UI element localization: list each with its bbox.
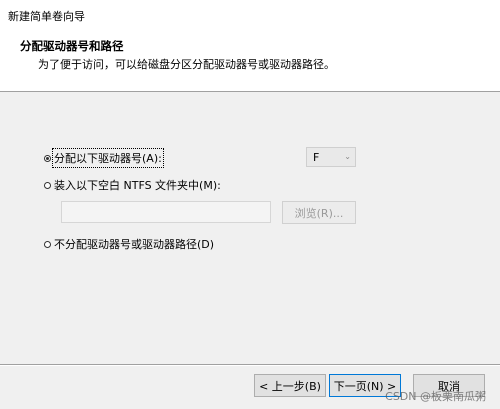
radio-no-assign[interactable] xyxy=(44,240,51,248)
drive-letter-select[interactable]: F ⌄ xyxy=(306,147,356,167)
drive-letter-value: F xyxy=(313,151,320,164)
page-title: 分配驱动器号和路径 xyxy=(20,39,124,53)
radio-assign-letter[interactable] xyxy=(44,154,51,162)
option-assign-letter-label: 分配以下驱动器号(A): xyxy=(52,148,164,168)
footer-divider xyxy=(0,364,500,366)
window-title: 新建简单卷向导 xyxy=(8,10,85,23)
chevron-down-icon: ⌄ xyxy=(344,152,351,161)
option-no-assign[interactable]: 不分配驱动器号或驱动器路径(D) xyxy=(44,237,214,251)
browse-button[interactable]: 浏览(R)... xyxy=(282,201,356,224)
option-mount-folder-label: 装入以下空白 NTFS 文件夹中(M): xyxy=(54,179,221,192)
option-mount-folder[interactable]: 装入以下空白 NTFS 文件夹中(M): xyxy=(44,178,221,192)
option-assign-letter[interactable]: 分配以下驱动器号(A): xyxy=(44,148,164,168)
wizard-header: 分配驱动器号和路径 为了便于访问，可以给磁盘分区分配驱动器号或驱动器路径。 xyxy=(0,30,500,92)
option-no-assign-label: 不分配驱动器号或驱动器路径(D) xyxy=(54,238,215,251)
title-bar: 新建简单卷向导 xyxy=(0,0,500,31)
folder-path-input[interactable] xyxy=(61,201,271,223)
back-button[interactable]: < 上一步(B) xyxy=(254,374,326,397)
radio-mount-folder[interactable] xyxy=(44,181,51,189)
page-subtitle: 为了便于访问，可以给磁盘分区分配驱动器号或驱动器路径。 xyxy=(38,58,335,71)
watermark: CSDN @板栗南瓜粥 xyxy=(385,390,486,403)
